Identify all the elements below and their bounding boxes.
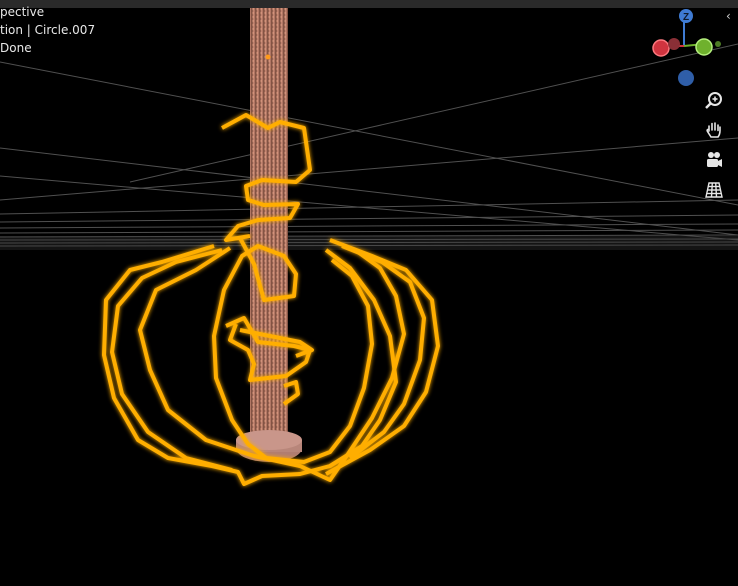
zoom-icon[interactable] <box>701 88 727 114</box>
x-axis-handle <box>652 39 670 57</box>
neg-z-axis-handle <box>678 70 694 86</box>
hand-pan-icon[interactable] <box>701 117 727 143</box>
neg-y-axis-handle <box>668 38 680 50</box>
y-axis-handle <box>695 38 713 56</box>
floor-grid <box>0 43 738 247</box>
grid-perspective-icon[interactable] <box>701 177 727 203</box>
camera-icon[interactable] <box>701 147 727 173</box>
collapse-sidebar-icon[interactable]: ‹ <box>726 10 731 22</box>
navigation-gizmo[interactable]: Z <box>646 4 722 90</box>
z-axis-label: Z <box>683 12 689 23</box>
3d-viewport[interactable]: pective tion | Circle.007 Done ‹ Z <box>0 0 738 586</box>
status-label: Done <box>0 41 32 55</box>
active-object-label: tion | Circle.007 <box>0 23 96 37</box>
view-mode-label: pective <box>0 5 45 19</box>
scene-render <box>0 8 738 486</box>
